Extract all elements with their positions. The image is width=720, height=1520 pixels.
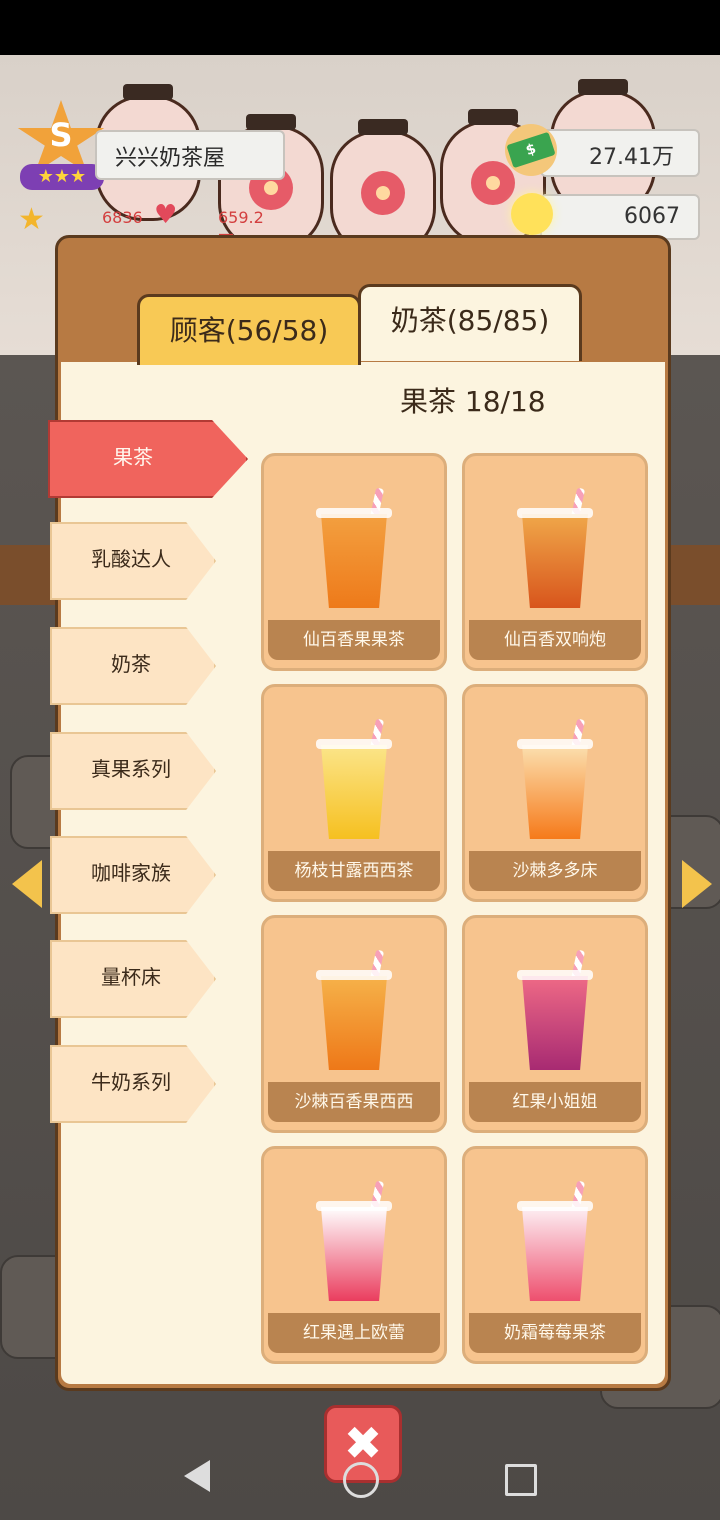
arrow-left-icon[interactable] xyxy=(12,860,42,908)
shop-name: 兴兴奶茶屋 xyxy=(115,146,226,171)
drink-name: 红果遇上欧蕾 xyxy=(268,1313,440,1353)
shop-rank-badge[interactable]: S ★★★ xyxy=(16,100,106,195)
drink-card[interactable]: 沙棘多多床 xyxy=(462,684,648,902)
category-label: 果茶 xyxy=(113,445,153,469)
category-lactic[interactable]: 乳酸达人 xyxy=(50,522,216,600)
recent-apps-icon[interactable] xyxy=(505,1464,537,1496)
category-label: 牛奶系列 xyxy=(91,1070,171,1094)
drink-name: 红果小姐姐 xyxy=(469,1082,641,1122)
tab-milk-tea[interactable]: 奶茶(85/85) xyxy=(358,284,582,361)
drink-cup-icon xyxy=(321,1207,387,1301)
money-value: 27.41万 xyxy=(589,145,674,170)
category-measuring-cup[interactable]: 量杯床 xyxy=(50,940,216,1018)
star-icon: ★ xyxy=(18,202,45,237)
lightbulb-icon xyxy=(511,193,553,235)
money-icon: $ xyxy=(505,124,557,176)
arrow-right-icon[interactable] xyxy=(682,860,712,908)
shop-name-box[interactable]: 兴兴奶茶屋 xyxy=(95,130,285,180)
drink-name: 仙百香果果茶 xyxy=(268,620,440,660)
category-milk[interactable]: 牛奶系列 xyxy=(50,1045,216,1123)
money-box: 27.41万 xyxy=(540,129,700,177)
category-real-fruit[interactable]: 真果系列 xyxy=(50,732,216,810)
back-icon[interactable] xyxy=(184,1460,210,1492)
ideas-box: 6067 xyxy=(540,194,700,240)
drink-cup-icon xyxy=(522,1207,588,1301)
drink-cup-icon xyxy=(321,976,387,1070)
drink-card[interactable]: 红果小姐姐 xyxy=(462,915,648,1133)
drink-card[interactable]: 杨枝甘露西西茶 xyxy=(261,684,447,902)
ideas-value: 6067 xyxy=(624,204,680,229)
category-label: 乳酸达人 xyxy=(91,547,171,571)
drink-name: 仙百香双响炮 xyxy=(469,620,641,660)
stars-value: 6836 xyxy=(102,208,143,227)
drink-card[interactable]: 仙百香果果茶 xyxy=(261,453,447,671)
drink-card[interactable]: 红果遇上欧蕾 xyxy=(261,1146,447,1364)
drink-card[interactable]: 沙棘百香果西西 xyxy=(261,915,447,1133)
home-icon[interactable] xyxy=(343,1462,379,1498)
category-label: 真果系列 xyxy=(91,757,171,781)
drink-name: 奶霜莓莓果茶 xyxy=(469,1313,641,1353)
rank-stars-ribbon: ★★★ xyxy=(20,164,104,190)
drink-name: 沙棘百香果西西 xyxy=(268,1082,440,1122)
category-fruit-tea[interactable]: 果茶 xyxy=(48,420,248,498)
drink-cup-icon xyxy=(522,976,588,1070)
drink-card[interactable]: 奶霜莓莓果茶 xyxy=(462,1146,648,1364)
drink-cup-icon xyxy=(522,745,588,839)
system-nav-bar xyxy=(0,1440,720,1520)
category-label: 奶茶 xyxy=(111,652,151,676)
drink-name: 杨枝甘露西西茶 xyxy=(268,851,440,891)
section-title: 果茶 18/18 xyxy=(400,385,546,418)
category-label: 量杯床 xyxy=(101,965,161,989)
drink-cup-icon xyxy=(522,514,588,608)
drink-cup-icon xyxy=(321,745,387,839)
category-label: 咖啡家族 xyxy=(91,861,171,885)
tab-customers[interactable]: 顾客(56/58) xyxy=(137,294,361,365)
drink-cup-icon xyxy=(321,514,387,608)
heart-icon: ♥ xyxy=(154,200,178,230)
drink-name: 沙棘多多床 xyxy=(469,851,641,891)
rank-letter: S xyxy=(49,116,73,154)
drink-card[interactable]: 仙百香双响炮 xyxy=(462,453,648,671)
category-milk-tea[interactable]: 奶茶 xyxy=(50,627,216,705)
category-coffee[interactable]: 咖啡家族 xyxy=(50,836,216,914)
